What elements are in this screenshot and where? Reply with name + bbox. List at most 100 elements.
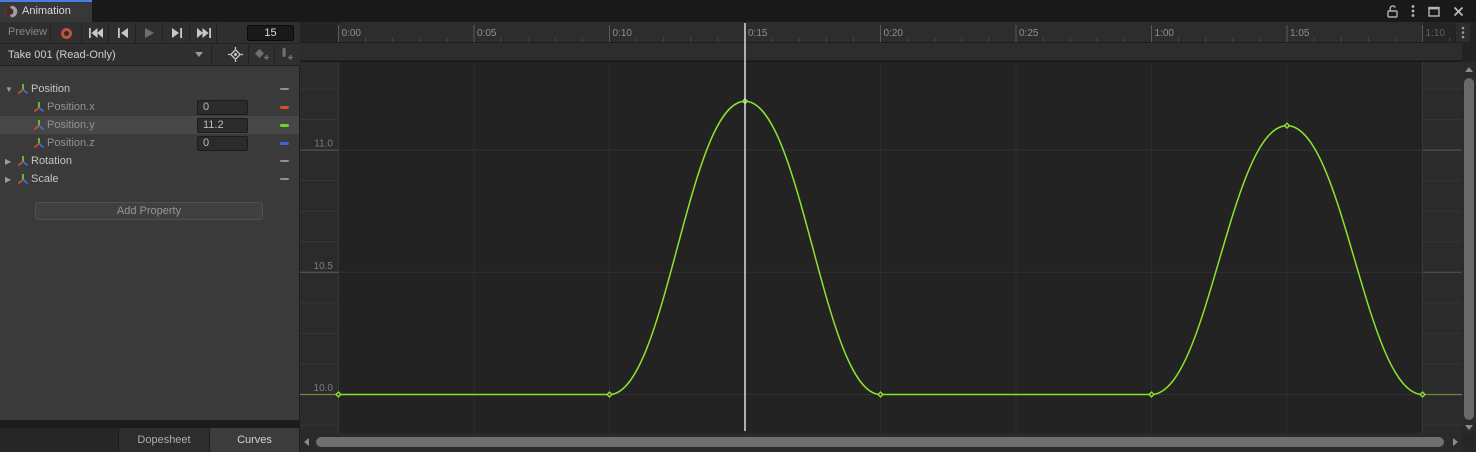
preview-toggle[interactable]: Preview xyxy=(8,26,47,38)
event-plus-icon xyxy=(280,48,294,61)
tab-dopesheet[interactable]: Dopesheet xyxy=(118,428,209,452)
scroll-up-icon[interactable] xyxy=(1465,67,1473,72)
tab-curves[interactable]: Curves xyxy=(209,428,299,452)
property-row-rotation[interactable]: ▶ Rotation xyxy=(0,152,299,170)
ruler-border xyxy=(300,42,1462,43)
keyframe-plus-icon xyxy=(254,48,270,61)
value-field[interactable]: 11.2 xyxy=(197,118,248,133)
property-label: Position.x xyxy=(47,101,95,113)
clip-name: Take 001 (Read-Only) xyxy=(8,49,116,61)
clipbar-separator xyxy=(211,45,212,64)
property-row-scale[interactable]: ▶ Scale xyxy=(0,170,299,188)
transform-icon xyxy=(17,173,29,185)
toolbar-separator xyxy=(216,23,217,43)
record-icon xyxy=(61,28,72,39)
previous-frame-button[interactable] xyxy=(109,24,136,42)
property-row-position-z[interactable]: Position.z 0 xyxy=(0,134,299,152)
value-field[interactable]: 0 xyxy=(197,136,248,151)
curve-editor[interactable]: 11.010.510.00:000:050:100:150:200:251:00… xyxy=(300,22,1462,433)
ruler-kebab-button[interactable] xyxy=(1455,23,1470,42)
keyframe-crosshair-icon xyxy=(228,47,243,62)
keyframe-center xyxy=(337,393,339,395)
animation-window: Animation Preview xyxy=(0,0,1476,452)
out-of-range-left xyxy=(300,62,339,433)
unlock-icon[interactable] xyxy=(1387,5,1398,18)
out-of-range-right xyxy=(1423,62,1463,433)
add-keyframe-secondary-button[interactable] xyxy=(249,45,275,64)
transform-icon xyxy=(33,119,45,131)
value-field[interactable]: 0 xyxy=(197,100,248,115)
property-label: Rotation xyxy=(31,155,72,167)
add-keyframe-button[interactable] xyxy=(222,45,248,64)
property-label: Position xyxy=(31,83,70,95)
transform-icon xyxy=(33,101,45,113)
tab-animation[interactable]: Animation xyxy=(0,0,92,22)
foldout-closed-icon[interactable]: ▶ xyxy=(5,175,15,184)
toolbar-separator xyxy=(50,23,51,43)
kebab-menu-icon xyxy=(1461,26,1465,39)
curve-indicator xyxy=(280,160,289,162)
value-axis-label: 10.5 xyxy=(314,261,334,272)
keyframe-center xyxy=(879,393,881,395)
keyframe-center xyxy=(1286,125,1288,127)
window-controls xyxy=(1387,0,1476,22)
foldout-closed-icon[interactable]: ▶ xyxy=(5,157,15,166)
vertical-scrollbar-thumb[interactable] xyxy=(1464,78,1474,420)
curve-indicator xyxy=(280,178,289,180)
record-button[interactable] xyxy=(54,24,78,42)
curve-indicator-red xyxy=(280,106,289,109)
property-row-position-x[interactable]: Position.x 0 xyxy=(0,98,299,116)
play-button[interactable] xyxy=(136,24,163,42)
current-frame-input[interactable]: 15 xyxy=(247,25,294,41)
value-axis-label: 11.0 xyxy=(314,139,333,150)
ruler-time-label: 1:10 xyxy=(1426,28,1446,39)
titlebar: Animation xyxy=(0,0,1476,22)
strip-border xyxy=(300,61,1462,63)
scrollbar-corner xyxy=(1462,433,1476,452)
next-frame-icon xyxy=(172,28,182,38)
scroll-right-icon[interactable] xyxy=(1453,438,1458,446)
dropdown-caret-icon xyxy=(195,52,203,57)
add-event-button[interactable] xyxy=(274,45,300,64)
close-icon[interactable] xyxy=(1453,6,1464,17)
property-row-position-y[interactable]: Position.y 11.2 xyxy=(0,116,299,134)
foldout-open-icon[interactable]: ▼ xyxy=(5,85,15,94)
scroll-down-icon[interactable] xyxy=(1465,425,1473,430)
property-row-position[interactable]: ▼ Position xyxy=(0,80,299,98)
kebab-menu-icon[interactable] xyxy=(1411,4,1415,18)
last-frame-button[interactable] xyxy=(190,24,217,42)
value-axis-label: 10.0 xyxy=(314,383,334,394)
animation-clock-icon xyxy=(5,5,18,18)
property-label: Position.y xyxy=(47,119,95,131)
scroll-left-icon[interactable] xyxy=(304,438,309,446)
next-frame-button[interactable] xyxy=(163,24,190,42)
ruler-time-label: 0:25 xyxy=(1019,28,1039,39)
maximize-icon[interactable] xyxy=(1428,6,1440,17)
previous-frame-icon xyxy=(118,28,128,38)
ruler-time-label: 0:20 xyxy=(884,28,904,39)
play-icon xyxy=(145,28,154,38)
property-label: Position.z xyxy=(47,137,95,149)
property-label: Scale xyxy=(31,173,59,185)
panel-bottom-strip xyxy=(0,420,300,428)
vertical-scrollbar[interactable] xyxy=(1462,62,1476,433)
first-frame-button[interactable] xyxy=(82,24,109,42)
ruler-time-label: 0:00 xyxy=(342,28,362,39)
ruler-time-label: 0:15 xyxy=(748,28,768,39)
keyframe-center xyxy=(608,393,610,395)
horizontal-scrollbar[interactable] xyxy=(300,433,1462,452)
add-property-button[interactable]: Add Property xyxy=(35,202,263,220)
transform-icon xyxy=(17,83,29,95)
tab-animation-label: Animation xyxy=(22,5,71,17)
curve-top-strip xyxy=(300,43,1462,61)
ruler-time-label: 0:10 xyxy=(613,28,633,39)
clip-select[interactable]: Take 001 (Read-Only) xyxy=(0,44,211,65)
transform-icon xyxy=(33,137,45,149)
ruler-time-label: 1:00 xyxy=(1155,28,1175,39)
horizontal-scrollbar-thumb[interactable] xyxy=(316,437,1444,447)
keyframe-center xyxy=(1421,393,1423,395)
curve-indicator-green xyxy=(280,124,289,127)
first-frame-icon xyxy=(89,28,103,38)
curve-indicator xyxy=(280,88,289,90)
curve-indicator-blue xyxy=(280,142,289,145)
